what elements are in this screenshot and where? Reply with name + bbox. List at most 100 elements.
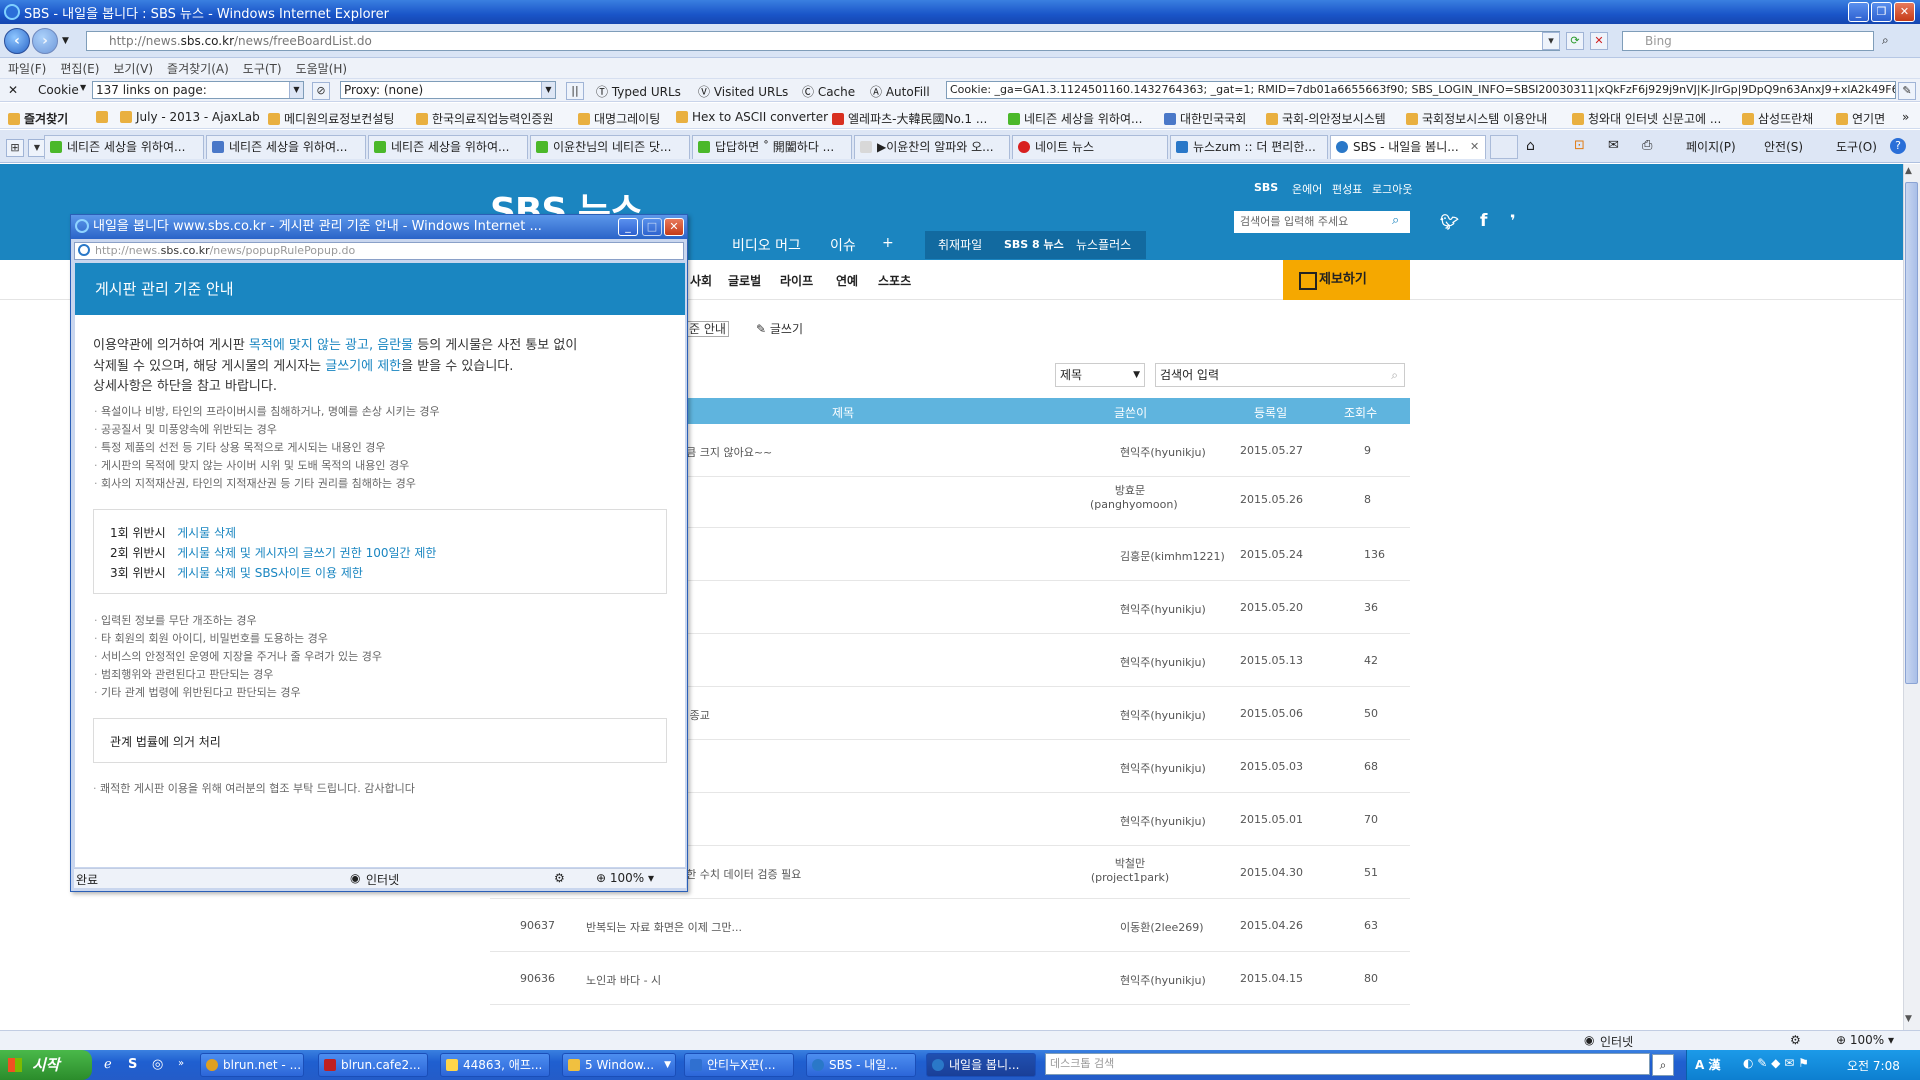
top-link-onair[interactable]: 온에어 [1292, 181, 1322, 197]
table-row[interactable]: 90636 노인과 바다 - 시 현익주(hyunikju) 2015.04.15 80 [490, 953, 1410, 1005]
taskbar-button[interactable]: 5 Window... ▼ [562, 1053, 676, 1077]
autofill-button[interactable]: Ⓐ AutoFill [870, 83, 930, 100]
taskbar-button[interactable]: blrun.cafe2... [318, 1053, 428, 1077]
ime-icon[interactable]: A 漢 [1695, 1056, 1720, 1073]
typed-urls-button[interactable]: Ⓣ Typed URLs [596, 83, 681, 100]
gnav-issue[interactable]: 이슈 [830, 235, 856, 255]
favorites-more-icon[interactable]: » [1902, 110, 1909, 124]
page-menu[interactable]: 페이지(P) [1686, 138, 1736, 155]
write-link[interactable]: ✎ 글쓰기 [756, 320, 803, 337]
row-title[interactable]: 반복되는 자료 화면은 이제 그만... [586, 919, 742, 935]
section-life[interactable]: 라이프 [780, 272, 813, 289]
menu-view[interactable]: 보기(V) [113, 60, 153, 77]
menu-file[interactable]: 파일(F) [8, 60, 46, 77]
gnav-sbs8news[interactable]: SBS 8 뉴스 [1004, 236, 1064, 252]
tab[interactable]: ▶이윤찬의 알파와 오... [854, 135, 1010, 159]
minimize-button[interactable]: _ [1848, 2, 1869, 22]
gnav-more[interactable]: + [882, 235, 894, 251]
restore-button[interactable]: ❐ [1871, 2, 1892, 22]
cookie-menu[interactable]: Cookie [38, 83, 79, 97]
help-icon[interactable]: ? [1890, 138, 1906, 154]
quicklaunch-ie-icon[interactable]: ℯ [104, 1057, 112, 1072]
menu-tools[interactable]: 도구(T) [243, 60, 282, 77]
new-tab-button[interactable] [1490, 135, 1518, 159]
tab[interactable]: 네이트 뉴스 [1012, 135, 1168, 159]
clock[interactable]: 오전 7:08 [1847, 1057, 1900, 1074]
taskbar-button[interactable]: SBS - 내일... [806, 1053, 916, 1077]
scrollbar-thumb[interactable] [1905, 182, 1918, 684]
section-sports[interactable]: 스포츠 [878, 272, 911, 289]
stop-icon[interactable]: ✕ [1590, 32, 1608, 50]
menu-favorites[interactable]: 즐겨찾기(A) [167, 60, 229, 77]
top-link-sbs[interactable]: SBS [1254, 181, 1278, 194]
search-icon[interactable]: ⌕ [1652, 1054, 1674, 1076]
toolbar-grip-icon[interactable]: || [566, 82, 584, 100]
gnav-news-plus[interactable]: 뉴스플러스 [1076, 236, 1131, 253]
taskbar-button[interactable]: 44863, 애프... [440, 1053, 550, 1077]
table-row[interactable]: 90637 반복되는 자료 화면은 이제 그만... 이동환(2lee269) 201… [490, 900, 1410, 952]
home-icon[interactable]: ⌂ [1526, 138, 1535, 154]
popup-zoom[interactable]: ⊕ 100% ▾ [596, 871, 654, 885]
visited-urls-button[interactable]: Ⓥ Visited URLs [698, 83, 788, 100]
menu-edit[interactable]: 편집(E) [60, 60, 99, 77]
fav-item[interactable]: 연기면 [1836, 110, 1885, 127]
taskbar-button-active[interactable]: 내일을 봅니... [926, 1053, 1036, 1077]
links-go-icon[interactable]: ⊘ [312, 82, 330, 100]
search-icon[interactable]: ⌕ [1882, 33, 1889, 48]
tab[interactable]: 네티즌 세상을 위하여... [44, 135, 204, 159]
report-button[interactable]: 제보하기 [1283, 260, 1410, 300]
gnav-video-mug[interactable]: 비디오 머그 [732, 235, 801, 255]
cookie-value-field[interactable]: Cookie: _ga=GA1.3.1124501160.1432764363;… [946, 81, 1896, 99]
row-title[interactable]: 노인과 바다 - 시 [586, 972, 661, 988]
fav-item[interactable]: 메디원의료정보컨설팅 [268, 110, 394, 127]
popup-address-bar[interactable]: http://news.sbs.co.kr/news/popupRulePopu… [74, 242, 684, 260]
board-rule-link[interactable]: 준 안내 [686, 320, 729, 337]
back-button[interactable]: ‹ [4, 28, 30, 54]
refresh-icon[interactable]: ⟳ [1566, 32, 1584, 50]
top-link-schedule[interactable]: 편성표 [1332, 181, 1362, 197]
menu-help[interactable]: 도움말(H) [296, 60, 348, 77]
close-button[interactable]: ✕ [1894, 2, 1915, 22]
gnav-report-file[interactable]: 취재파일 [938, 236, 982, 253]
twitter-icon[interactable]: 🐦︎ [1440, 213, 1459, 231]
add-favorite-icon[interactable] [96, 110, 112, 124]
bing-search-input[interactable]: Bing [1622, 31, 1874, 51]
address-dropdown-icon[interactable]: ▾ [1542, 32, 1560, 50]
quicklaunch-chrome-icon[interactable]: ◎ [152, 1057, 163, 1072]
tab[interactable]: 답답하면 ˚ 開闔하다 ... [692, 135, 852, 159]
fav-item[interactable]: 대명그레이팅 [578, 110, 660, 127]
section-global[interactable]: 글로벌 [728, 272, 761, 289]
tab[interactable]: 네티즌 세상을 위하여... [368, 135, 528, 159]
fav-item[interactable]: 국회-의안정보시스템 [1266, 110, 1386, 127]
fav-item[interactable]: 국회정보시스템 이용안내 [1406, 110, 1547, 127]
print-icon[interactable]: ⎙ [1642, 138, 1652, 153]
taskbar-button[interactable]: blrun.net - ... [200, 1053, 304, 1077]
forward-button[interactable]: › [32, 28, 58, 54]
scroll-up-icon[interactable]: ▲ [1905, 166, 1912, 176]
cache-button[interactable]: Ⓒ Cache [802, 83, 855, 100]
links-combo[interactable]: 137 links on page: ▼ [92, 81, 304, 99]
tab-active[interactable]: SBS - 내일을 봄니... [1330, 135, 1486, 159]
row-title[interactable]: 확한 수치 데이터 검증 필요 [676, 866, 801, 882]
fav-item[interactable]: 청와대 인터넷 신문고에 ... [1572, 110, 1721, 127]
tray-icons[interactable]: ◐ ✎ ◆ ✉ ⚑ [1743, 1056, 1809, 1070]
popup-minimize-button[interactable]: _ [618, 218, 638, 236]
fav-item[interactable]: 대한민국국회 [1164, 110, 1246, 127]
start-button[interactable]: 시작 [0, 1050, 92, 1080]
section-society[interactable]: 사회 [690, 272, 712, 289]
protected-mode-icon[interactable]: ⚙ [554, 871, 565, 885]
tab[interactable]: 네티즌 세상을 위하여... [206, 135, 366, 159]
tab[interactable]: 뉴스zum :: 더 편리한... [1170, 135, 1328, 159]
row-title[interactable]: 만큼 크지 않아요~~ [676, 444, 772, 460]
quicklaunch-more-icon[interactable]: » [178, 1058, 184, 1069]
address-bar[interactable]: http://news.sbs.co.kr/news/freeBoardList… [86, 31, 1560, 51]
zoom-level[interactable]: ⊕ 100% ▾ [1836, 1033, 1894, 1047]
recent-pages-icon[interactable]: ▼ [62, 36, 69, 46]
cookie-edit-icon[interactable]: ✎ [1898, 82, 1916, 100]
tab-close-icon[interactable]: ✕ [1470, 140, 1479, 153]
fav-item[interactable]: 엘레파츠-大韓民國No.1 ... [832, 110, 987, 127]
protected-mode-icon[interactable]: ⚙ [1790, 1033, 1801, 1047]
section-entertainment[interactable]: 연예 [836, 272, 858, 289]
search-icon[interactable]: ⌕ [1391, 364, 1398, 386]
scroll-down-icon[interactable]: ▼ [1905, 1014, 1912, 1024]
